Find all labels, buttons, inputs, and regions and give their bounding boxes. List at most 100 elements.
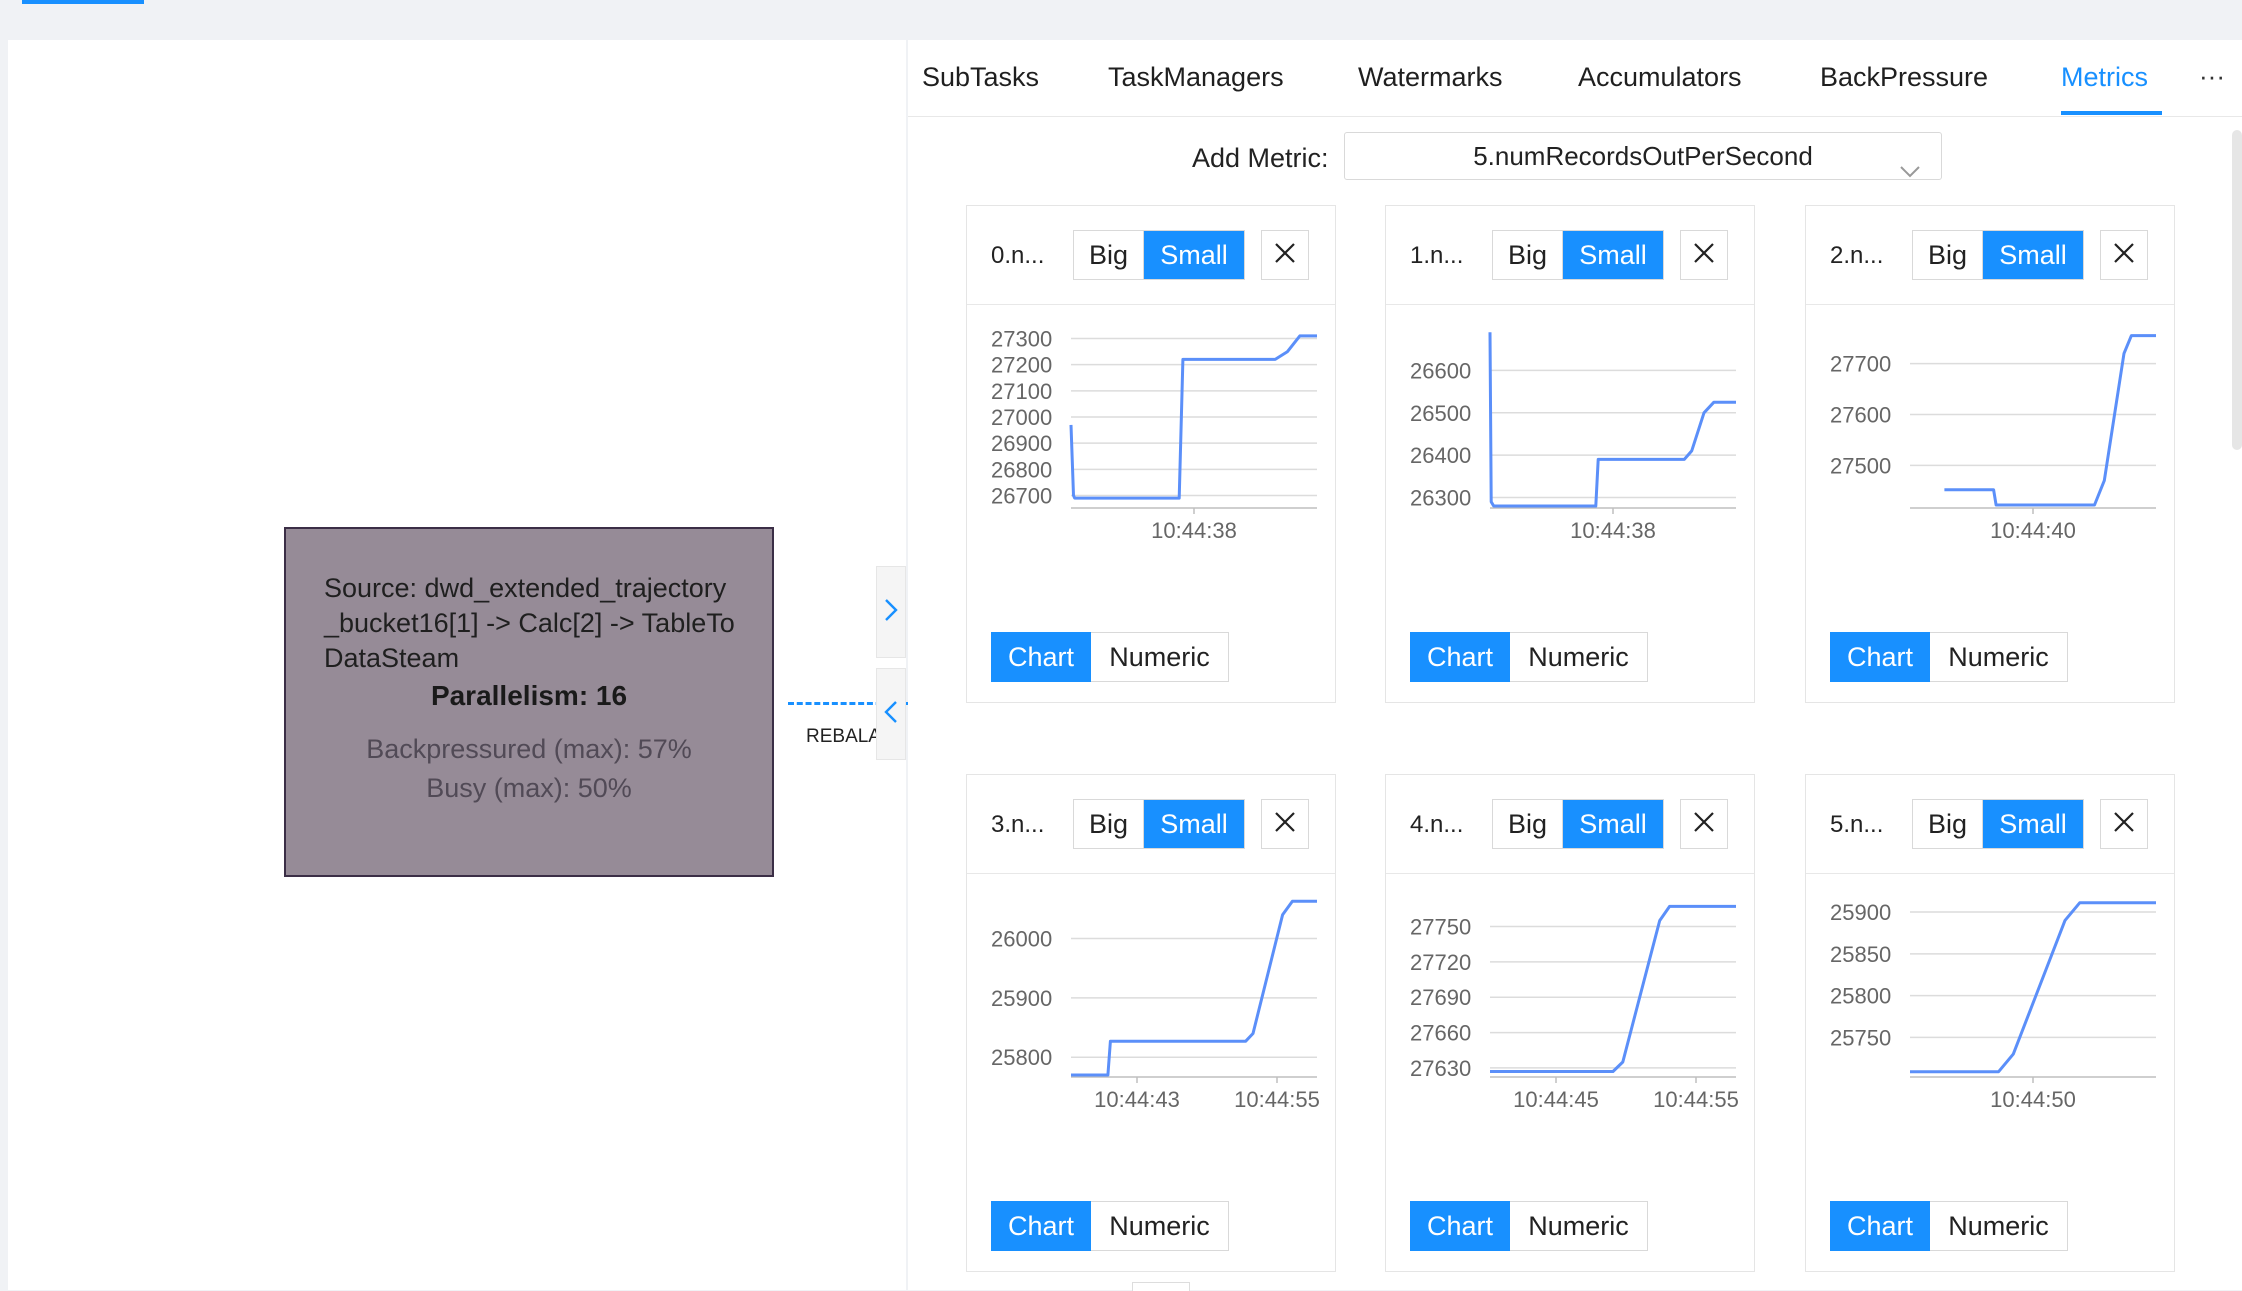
chart-view-button[interactable]: Chart bbox=[1410, 1201, 1510, 1251]
small-button[interactable]: Small bbox=[1144, 231, 1244, 279]
metric-card: 4.n...BigSmallXChartNumeric2763027660276… bbox=[1385, 774, 1755, 1272]
y-tick-label: 27630 bbox=[1410, 1056, 1471, 1081]
tab-taskmanagers[interactable]: TaskManagers bbox=[1108, 62, 1284, 93]
view-toggle: Chart Numeric bbox=[991, 632, 1229, 682]
size-toggle: Big Small bbox=[1492, 799, 1664, 849]
series-line bbox=[1071, 899, 1317, 1077]
y-tick-label: 27700 bbox=[1830, 352, 1891, 377]
expand-panel-toggle[interactable] bbox=[876, 566, 906, 658]
x-tick-label: 10:44:45 bbox=[1513, 1087, 1599, 1112]
small-button[interactable]: Small bbox=[1144, 800, 1244, 848]
x-tick-label: 10:44:55 bbox=[1653, 1087, 1739, 1112]
metric-line-chart: 27500 27600 27700 10:44:40 bbox=[1830, 334, 2156, 543]
big-button[interactable]: Big bbox=[1493, 231, 1563, 279]
tab-subtasks[interactable]: SubTasks bbox=[922, 62, 1039, 93]
remove-metric-button[interactable]: X bbox=[2100, 799, 2148, 849]
metric-card-header: 0.n... BigSmall X bbox=[967, 206, 1335, 305]
close-icon bbox=[1693, 242, 1715, 269]
numeric-view-button[interactable]: Numeric bbox=[1091, 1201, 1229, 1251]
view-toggle: Chart Numeric bbox=[991, 1201, 1229, 1251]
small-button[interactable]: Small bbox=[1983, 231, 2083, 279]
add-metric-selected-value: 5.numRecordsOutPerSecond bbox=[1473, 141, 1813, 171]
add-metric-select[interactable]: 5.numRecordsOutPerSecond bbox=[1344, 132, 1942, 180]
numeric-view-button[interactable]: Numeric bbox=[1091, 632, 1229, 682]
small-button[interactable]: Small bbox=[1563, 800, 1663, 848]
series-line bbox=[1488, 332, 1736, 508]
remove-metric-button[interactable]: X bbox=[1680, 230, 1728, 280]
node-busy: Busy (max): 50% bbox=[426, 773, 632, 803]
metric-line-chart: 25800 25900 26000 10:44:43 10:44:55 bbox=[991, 899, 1320, 1112]
add-metric-label: Add Metric: bbox=[1192, 143, 1329, 173]
y-tick-label: 27600 bbox=[1830, 402, 1891, 427]
tab-metrics[interactable]: Metrics bbox=[2061, 62, 2148, 93]
x-tick-label: 10:44:43 bbox=[1094, 1087, 1180, 1112]
collapse-panel-toggle[interactable] bbox=[876, 668, 906, 760]
numeric-view-button[interactable]: Numeric bbox=[1510, 632, 1648, 682]
numeric-view-button[interactable]: Numeric bbox=[1930, 1201, 2068, 1251]
remove-metric-button[interactable]: X bbox=[1261, 230, 1309, 280]
y-tick-label: 27300 bbox=[991, 326, 1052, 351]
y-tick-label: 26300 bbox=[1410, 486, 1471, 511]
y-tick-label: 27100 bbox=[991, 379, 1052, 404]
big-button[interactable]: Big bbox=[1074, 800, 1144, 848]
more-tabs-button[interactable]: ··· bbox=[2192, 46, 2232, 106]
tab-backpressure[interactable]: BackPressure bbox=[1820, 62, 1988, 93]
chart-view-button[interactable]: Chart bbox=[991, 1201, 1091, 1251]
y-tick-label: 26900 bbox=[991, 431, 1052, 456]
metric-line-chart: 25750 25800 25850 25900 10:44:50 bbox=[1830, 900, 2156, 1112]
big-button[interactable]: Big bbox=[1493, 800, 1563, 848]
metric-line-chart: 26300 26400 26500 26600 10:44:38 bbox=[1410, 332, 1736, 543]
chart-view-button[interactable]: Chart bbox=[1830, 632, 1930, 682]
chart-view-button[interactable]: Chart bbox=[1410, 632, 1510, 682]
size-toggle: Big Small bbox=[1912, 230, 2084, 280]
y-tick-label: 25800 bbox=[1830, 984, 1891, 1009]
y-tick-label: 25900 bbox=[1830, 900, 1891, 925]
tab-accumulators[interactable]: Accumulators bbox=[1578, 62, 1742, 93]
metric-card: 0.n... BigSmall X ChartNumeric 2670026800269… bbox=[966, 205, 1336, 703]
small-button[interactable]: Small bbox=[1983, 800, 2083, 848]
chart-view-button[interactable]: Chart bbox=[991, 632, 1091, 682]
y-tick-label: 27000 bbox=[991, 405, 1052, 430]
metric-card: 5.n... BigSmall X ChartNumeric 25750 25800 258… bbox=[1805, 774, 2175, 1272]
y-tick-label: 27500 bbox=[1830, 453, 1891, 478]
vertical-scrollbar[interactable] bbox=[2232, 130, 2242, 450]
small-button[interactable]: Small bbox=[1563, 231, 1663, 279]
metric-card-title: 2.n... bbox=[1830, 242, 1884, 269]
close-icon bbox=[1274, 242, 1296, 269]
tab-watermarks[interactable]: Watermarks bbox=[1358, 62, 1503, 93]
view-toggle: Chart Numeric bbox=[1410, 632, 1648, 682]
series-line bbox=[1490, 904, 1736, 1073]
remove-metric-button[interactable]: X bbox=[1261, 799, 1309, 849]
metric-card: 3.n... BigSmall X ChartNumeric 25800 25900 260… bbox=[966, 774, 1336, 1272]
x-tick-label: 10:44:38 bbox=[1151, 518, 1237, 543]
size-toggle: Big Small bbox=[1073, 799, 1245, 849]
remove-metric-button[interactable]: X bbox=[1680, 799, 1728, 849]
metric-card-header: 1.n... BigSmall X bbox=[1386, 206, 1754, 305]
chart-view-button[interactable]: Chart bbox=[1830, 1201, 1930, 1251]
active-tab-indicator bbox=[2061, 111, 2162, 115]
size-toggle: Big Small bbox=[1912, 799, 2084, 849]
big-button[interactable]: Big bbox=[1074, 231, 1144, 279]
series-line bbox=[1944, 334, 2156, 507]
x-tick-label: 10:44:50 bbox=[1990, 1087, 2076, 1112]
big-button[interactable]: Big bbox=[1913, 800, 1983, 848]
metric-card: 2.n... BigSmall X ChartNumeric 27500 27600 277… bbox=[1805, 205, 2175, 703]
metric-card-header: 2.n... BigSmall X bbox=[1806, 206, 2174, 305]
big-button[interactable]: Big bbox=[1913, 231, 1983, 279]
remove-metric-button[interactable]: X bbox=[2100, 230, 2148, 280]
close-icon bbox=[1274, 811, 1296, 838]
y-tick-label: 25750 bbox=[1830, 1025, 1891, 1050]
series-line bbox=[1910, 901, 2156, 1074]
numeric-view-button[interactable]: Numeric bbox=[1930, 632, 2068, 682]
metric-card-header: 3.n... BigSmall X bbox=[967, 775, 1335, 874]
close-icon bbox=[2113, 242, 2135, 269]
metric-card-header: 4.n... BigSmall X bbox=[1386, 775, 1754, 874]
job-graph-canvas[interactable]: Source: dwd_extended_trajectory_bucket16… bbox=[8, 40, 908, 1290]
operator-node[interactable]: Source: dwd_extended_trajectory_bucket16… bbox=[284, 527, 774, 877]
numeric-view-button[interactable]: Numeric bbox=[1510, 1201, 1648, 1251]
x-tick-label: 10:44:38 bbox=[1570, 518, 1656, 543]
size-toggle: Big Small bbox=[1492, 230, 1664, 280]
view-toggle: Chart Numeric bbox=[1830, 1201, 2068, 1251]
node-backpressured: Backpressured (max): 57% bbox=[366, 734, 692, 764]
top-bar bbox=[0, 0, 2242, 38]
